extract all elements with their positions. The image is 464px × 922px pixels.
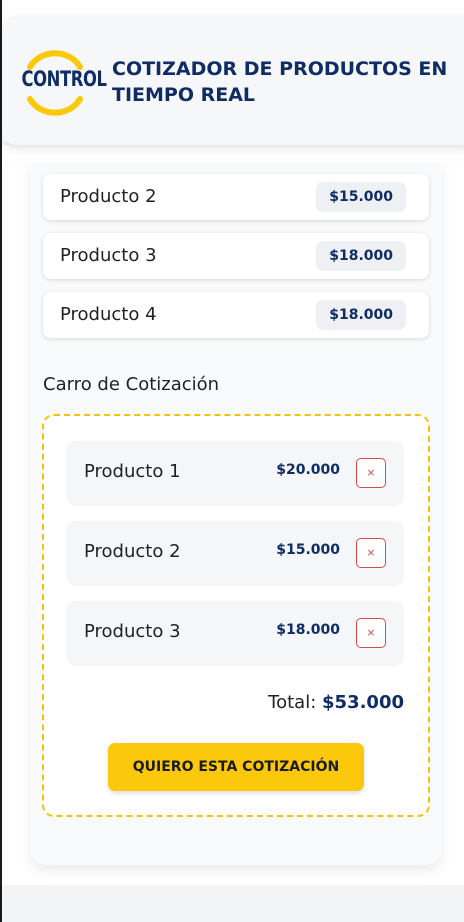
product-row[interactable]: Producto 4 $18.000: [43, 292, 429, 338]
total-label: Total:: [268, 692, 317, 713]
product-price-badge: $18.000: [316, 241, 406, 271]
close-icon: ×: [366, 546, 376, 559]
request-quote-button[interactable]: QUIERO ESTA COTIZACIÓN: [108, 743, 364, 791]
cart-total: Total: $53.000: [268, 692, 404, 713]
product-price-badge: $15.000: [316, 182, 406, 212]
remove-item-button[interactable]: ×: [356, 618, 386, 648]
logo[interactable]: CONTROL: [12, 50, 107, 116]
product-price-badge: $18.000: [316, 300, 406, 330]
cart-item-price: $15.000: [276, 542, 340, 558]
cart-item-name: Producto 1: [84, 461, 181, 482]
cart-item-price: $18.000: [276, 622, 340, 638]
remove-item-button[interactable]: ×: [356, 458, 386, 488]
cart-item: Producto 2 $15.000 ×: [66, 521, 404, 586]
cart-item-name: Producto 3: [84, 621, 181, 642]
product-name: Producto 4: [60, 304, 157, 325]
page-title: COTIZADOR DE PRODUCTOS EN TIEMPO REAL: [112, 58, 448, 106]
total-value: $53.000: [322, 692, 404, 713]
close-icon: ×: [366, 466, 376, 479]
product-row[interactable]: Producto 3 $18.000: [43, 233, 429, 279]
cart-item: Producto 1 $20.000 ×: [66, 441, 404, 506]
close-icon: ×: [366, 626, 376, 639]
cart-item-name: Producto 2: [84, 541, 181, 562]
remove-item-button[interactable]: ×: [356, 538, 386, 568]
header-divider: [2, 145, 464, 163]
product-name: Producto 2: [60, 186, 157, 207]
cart-title: Carro de Cotización: [43, 374, 220, 395]
product-name: Producto 3: [60, 245, 157, 266]
page-background: [2, 885, 464, 922]
cart-item-price: $20.000: [276, 462, 340, 478]
logo-text: CONTROL: [21, 67, 107, 91]
product-row[interactable]: Producto 2 $15.000: [43, 174, 429, 220]
cart-item: Producto 3 $18.000 ×: [66, 601, 404, 666]
